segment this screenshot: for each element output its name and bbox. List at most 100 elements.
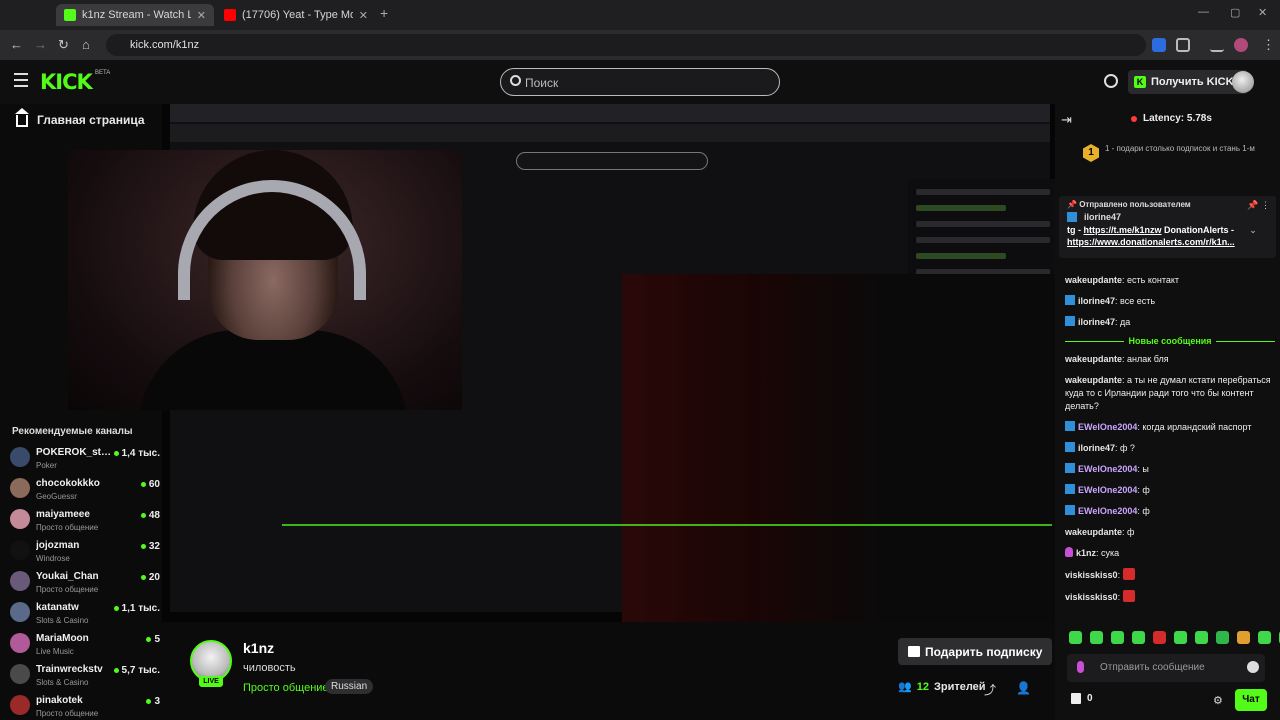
tab-title: (17706) Yeat - Type Money (bu: [242, 9, 353, 21]
chat-username[interactable]: ilorine47: [1078, 317, 1115, 327]
channel-avatar: [10, 478, 30, 498]
chat-message: EWelOne2004: ф: [1065, 501, 1275, 522]
get-kicks-button[interactable]: K Получить KICKs: [1128, 70, 1248, 94]
user-avatar[interactable]: [1232, 71, 1254, 93]
chat-username[interactable]: ilorine47: [1078, 443, 1115, 453]
profile-icon[interactable]: [1234, 38, 1248, 52]
collapse-chat-icon[interactable]: ⇥: [1061, 112, 1072, 128]
mic-badge-icon: [1065, 547, 1073, 557]
kick-badge-icon: [1067, 212, 1077, 222]
top-gifter[interactable]: 1 1 - подари столько подписок и стань 1-…: [1083, 144, 1263, 162]
channel-points[interactable]: 0: [1071, 693, 1093, 704]
emote-icon[interactable]: [1132, 631, 1145, 644]
menu-dots-icon[interactable]: ⋮: [1262, 37, 1275, 53]
follow-icon[interactable]: 👤: [1016, 681, 1031, 695]
chat-input[interactable]: Отправить сообщение: [1067, 654, 1265, 682]
recommended-channel[interactable]: MariaMoon Live Music 5: [10, 630, 162, 661]
notifications-icon[interactable]: [1104, 74, 1118, 88]
chat-username[interactable]: EWelOne2004: [1078, 422, 1137, 432]
pinned-prefix: tg -: [1067, 225, 1084, 235]
new-tab-icon[interactable]: +: [380, 5, 388, 21]
channel-viewers: 5,7 тыс.: [113, 665, 160, 676]
chat-username[interactable]: wakeupdante: [1065, 354, 1122, 364]
emote-icon[interactable]: [1237, 631, 1250, 644]
chat-message: EWelOne2004: когда ирландский паспорт: [1065, 417, 1275, 438]
chat-text: сука: [1101, 548, 1120, 558]
close-tab-icon[interactable]: ✕: [359, 9, 368, 22]
chat-username[interactable]: wakeupdante: [1065, 375, 1122, 385]
search-placeholder: Поиск: [525, 76, 559, 90]
channel-name: pinakotek: [36, 695, 83, 706]
back-icon[interactable]: ←: [10, 37, 23, 52]
viewers-number: 1,1 тыс.: [121, 603, 160, 614]
browser-toolbar: ← → ↻ ⌂ kick.com/k1nz ⋮: [0, 30, 1280, 60]
share-icon[interactable]: ⤴: [984, 681, 996, 698]
chevron-down-icon[interactable]: ⌄: [1249, 225, 1257, 235]
recommended-channel[interactable]: katanatw Slots & Casino 1,1 тыс.: [10, 599, 162, 630]
forward-icon[interactable]: →: [34, 37, 47, 52]
chat-message: wakeupdante: есть контакт: [1065, 270, 1275, 291]
emote-icon[interactable]: [1195, 631, 1208, 644]
pinned-username[interactable]: ilorine47: [1084, 212, 1121, 222]
emote-icon[interactable]: [1258, 631, 1271, 644]
playlist-icon[interactable]: [1210, 38, 1224, 52]
emote-icon[interactable]: [1069, 631, 1082, 644]
recommended-channel[interactable]: chocokokkko GeoGuessr 60: [10, 475, 162, 506]
pin-icon[interactable]: 📌: [1247, 200, 1258, 210]
send-chat-button[interactable]: Чат: [1235, 689, 1267, 711]
address-bar[interactable]: kick.com/k1nz: [106, 34, 1146, 56]
emote-icon[interactable]: [1216, 631, 1229, 644]
tab-title: k1nz Stream - Watch Live on Kick: [82, 9, 191, 21]
kick-logo[interactable]: KICK: [40, 70, 93, 94]
emote-icon[interactable]: [1090, 631, 1103, 644]
chat-username[interactable]: EWelOne2004: [1078, 506, 1137, 516]
home-label: Главная страница: [37, 112, 145, 127]
chat-username[interactable]: wakeupdante: [1065, 275, 1122, 285]
chat-username[interactable]: wakeupdante: [1065, 527, 1122, 537]
chat-settings-icon[interactable]: ⚙: [1213, 694, 1223, 707]
streamer-name[interactable]: k1nz: [243, 640, 274, 656]
maximize-icon[interactable]: ▢: [1230, 6, 1240, 19]
reload-icon[interactable]: ↻: [58, 37, 69, 53]
recommended-channel[interactable]: Youkai_Chan Просто общение 20: [10, 568, 162, 599]
close-tab-icon[interactable]: ✕: [197, 9, 206, 22]
chat-username[interactable]: viskisskiss0: [1065, 570, 1118, 580]
channel-category: Просто общение: [36, 585, 99, 594]
home-icon: [15, 108, 29, 127]
language-tag[interactable]: Russian: [325, 679, 374, 694]
search-input[interactable]: Поиск: [500, 68, 780, 96]
recommended-channel[interactable]: maiyameee Просто общение 48: [10, 506, 162, 537]
emote-icon[interactable]: [1153, 631, 1166, 644]
emote-icon[interactable]: [1174, 631, 1187, 644]
emote-icon[interactable]: [1111, 631, 1124, 644]
recommended-channel[interactable]: POKEROK_stream Poker 1,4 тыс.: [10, 444, 162, 475]
browser-tab-kick[interactable]: k1nz Stream - Watch Live on Kick ✕: [56, 4, 214, 26]
more-icon[interactable]: ⋮: [1261, 200, 1270, 210]
minimize-icon[interactable]: —: [1198, 6, 1209, 18]
hamburger-menu-icon[interactable]: [14, 73, 28, 91]
sidebar-item-home[interactable]: Главная страница: [15, 108, 145, 127]
extension-icon[interactable]: [1152, 38, 1166, 52]
chat-username[interactable]: EWelOne2004: [1078, 485, 1137, 495]
donation-link[interactable]: https://www.donationalerts.com/r/k1n...: [1067, 237, 1235, 247]
live-dot-icon: [113, 451, 119, 456]
home-icon[interactable]: ⌂: [82, 37, 90, 52]
pinned-message[interactable]: 📌 Отправлено пользователем ilorine47 tg …: [1059, 196, 1276, 258]
channel-category: Live Music: [36, 647, 74, 656]
chat-username[interactable]: EWelOne2004: [1078, 464, 1137, 474]
emoji-icon[interactable]: [1247, 661, 1259, 673]
telegram-link[interactable]: https://t.me/k1nzw: [1084, 225, 1162, 235]
chat-username[interactable]: ilorine47: [1078, 296, 1115, 306]
recommended-channel[interactable]: jojozman Windrose 32: [10, 537, 162, 568]
recommended-channel[interactable]: Trainwreckstv Slots & Casino 5,7 тыс.: [10, 661, 162, 692]
channel-category: Просто общение: [36, 709, 99, 718]
close-window-icon[interactable]: ✕: [1258, 6, 1267, 19]
stream-category[interactable]: Просто общение: [243, 682, 329, 694]
chat-username[interactable]: viskisskiss0: [1065, 592, 1118, 602]
chat-username[interactable]: k1nz: [1076, 548, 1096, 558]
channel-category: Poker: [36, 461, 57, 470]
gift-sub-button[interactable]: Подарить подписку: [898, 638, 1053, 665]
puzzle-icon[interactable]: [1176, 38, 1190, 52]
recommended-channel[interactable]: pinakotek Просто общение 3: [10, 692, 162, 720]
browser-tab-youtube[interactable]: (17706) Yeat - Type Money (bu ✕: [216, 4, 376, 26]
